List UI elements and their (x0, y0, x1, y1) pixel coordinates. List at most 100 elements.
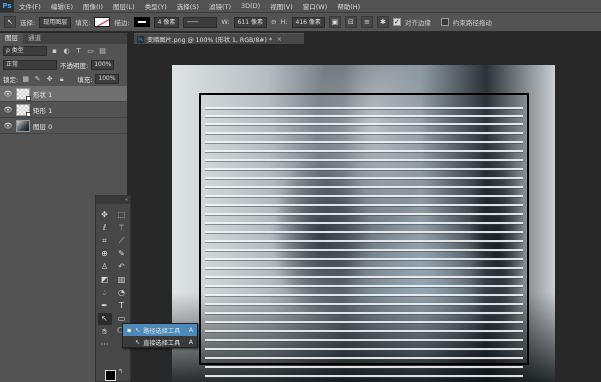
menu-type[interactable]: 类型(Y) (140, 1, 172, 11)
blur-icon[interactable]: 💧︎ (98, 287, 112, 299)
layer-thumbnail (16, 103, 31, 117)
tool-flyout-menu: ▪ ↖ 路径选择工具 A ↖ 直接选择工具 A (122, 323, 198, 348)
width-label: W: (221, 18, 230, 26)
brush-icon[interactable]: ✎ (115, 248, 129, 260)
eye-icon[interactable]: 👁︎ (3, 122, 13, 130)
filter-smart-icon[interactable]: ▤ (98, 47, 107, 56)
eye-icon[interactable]: 👁︎ (3, 106, 13, 114)
pen-icon[interactable]: ✒ (98, 300, 112, 312)
filter-adjust-icon[interactable]: ◐ (62, 47, 71, 56)
stroke-type-dropdown[interactable]: ─── (183, 16, 218, 28)
filter-shape-icon[interactable]: ▭ (86, 47, 95, 56)
menu-select[interactable]: 选择(S) (172, 1, 204, 11)
layer-name[interactable]: 矩形 1 (33, 105, 52, 115)
marquee-icon[interactable]: ⬚ (115, 209, 129, 221)
stroke-swatch[interactable] (133, 17, 150, 27)
menu-bar: Ps 文件(F) 编辑(E) 图像(I) 图层(L) 类型(Y) 选择(S) 滤… (0, 0, 601, 12)
dodge-icon[interactable]: ◔ (115, 287, 129, 299)
tab-layers[interactable]: 图层 (0, 33, 23, 44)
height-input[interactable]: 416 像素 (291, 16, 325, 28)
blend-row: 正常 不透明度: 100% (0, 58, 127, 72)
stroke-width-input[interactable]: 4 像素 (153, 16, 180, 28)
link-icon[interactable]: ⊖ (271, 18, 276, 26)
shape-badge-icon (26, 111, 31, 117)
filter-pixel-icon[interactable]: ▪ (50, 47, 59, 56)
fill-swatch[interactable] (94, 17, 111, 27)
layer-row[interactable]: 👁︎ 矩形 1 (0, 102, 127, 118)
align-edges-checkbox[interactable]: ✓ (392, 18, 401, 26)
flyout-path-selection[interactable]: ▪ ↖ 路径选择工具 A (123, 324, 197, 336)
lock-move-icon[interactable]: ✥ (45, 75, 54, 84)
tab-channels[interactable]: 通道 (23, 33, 46, 44)
shape-badge-icon (26, 95, 31, 101)
path-alignment-icon[interactable]: ⊟ (344, 16, 357, 28)
menu-edit[interactable]: 编辑(E) (46, 1, 78, 11)
layer-row[interactable]: 👁︎ 图层 0 (0, 118, 127, 134)
swap-colors-icon[interactable]: ↰ (118, 368, 123, 375)
filter-type-icon[interactable]: T (74, 47, 83, 56)
gear-icon[interactable]: ✱ (376, 16, 389, 28)
history-brush-icon[interactable]: ↶ (115, 261, 129, 273)
more-tools-icon[interactable]: ··· (98, 339, 112, 351)
menu-file[interactable]: 文件(F) (14, 1, 46, 11)
menu-help[interactable]: 帮助(H) (332, 1, 365, 11)
lock-paint-icon[interactable]: ✎ (33, 75, 42, 84)
panel-tabs: 图层 通道 (0, 33, 127, 44)
workspace (134, 44, 601, 382)
document-title: 变暗图片.png @ 100% (形状 1, RGB/8#) * (147, 36, 272, 44)
type-icon[interactable]: T (115, 300, 129, 312)
stroke-label: 描边: (114, 19, 130, 27)
eye-icon[interactable]: 👁︎ (3, 90, 13, 98)
fill-input[interactable]: 100% (95, 74, 119, 84)
direct-selection-icon: ↖ (135, 338, 141, 346)
eraser-icon[interactable]: ◩ (98, 274, 112, 286)
tools-panel-collapse[interactable]: « (96, 196, 130, 204)
filter-row: ρ 类型 ▪ ◐ T ▭ ▤ (0, 44, 127, 58)
menu-layer[interactable]: 图层(L) (108, 1, 140, 11)
move-icon[interactable]: ✥ (98, 209, 112, 221)
path-selection-icon[interactable]: ↖ (4, 16, 16, 28)
menu-window[interactable]: 窗口(W) (298, 1, 333, 11)
hand-icon[interactable]: ✋︎ (98, 326, 112, 338)
menu-filter[interactable]: 滤镜(T) (204, 1, 236, 11)
opacity-input[interactable]: 100% (91, 60, 115, 70)
line-shape[interactable] (205, 375, 523, 377)
path-selection-icon[interactable]: ↖ (97, 312, 112, 325)
flyout-direct-selection[interactable]: ↖ 直接选择工具 A (123, 336, 197, 348)
constrain-path-checkbox[interactable] (440, 18, 449, 26)
flyout-shortcut: A (188, 326, 193, 334)
layer-row[interactable]: 👁︎ 形状 1 (0, 86, 127, 102)
fill-label: 填充: (75, 19, 91, 27)
constrain-path-label: 约束路径拖动 (452, 19, 492, 27)
active-bullet-icon: ▪ (127, 326, 132, 334)
blend-mode-dropdown[interactable]: 正常 (3, 60, 57, 70)
close-icon[interactable]: × (277, 36, 282, 43)
healing-icon[interactable]: ⊕ (98, 248, 112, 260)
path-operations-icon[interactable]: ▣ (328, 16, 341, 28)
eyedropper-icon[interactable]: ⟋ (115, 235, 129, 247)
select-mode-dropdown[interactable]: 现用图层 (39, 16, 72, 28)
lock-all-icon[interactable]: 🔒︎ (57, 75, 66, 84)
layer-name[interactable]: 形状 1 (33, 89, 52, 99)
stamp-icon[interactable]: ♙ (98, 261, 112, 273)
document-tab[interactable]: Ps 变暗图片.png @ 100% (形状 1, RGB/8#) * × (134, 33, 304, 44)
photoshop-logo: Ps (0, 0, 14, 12)
image-canvas[interactable] (172, 65, 555, 382)
menu-image[interactable]: 图像(I) (78, 1, 108, 11)
layer-filter-dropdown[interactable]: ρ 类型 (3, 46, 47, 56)
line-shape[interactable] (205, 366, 523, 368)
layer-thumbnail (16, 87, 31, 101)
menu-3d[interactable]: 3D(D) (236, 2, 265, 10)
rectangle-shape-outline[interactable] (199, 93, 529, 365)
lasso-icon[interactable]: ℓ (98, 222, 112, 234)
foreground-color[interactable] (105, 370, 116, 381)
flyout-item-label: 直接选择工具 (143, 339, 181, 347)
gradient-icon[interactable]: ▥ (115, 274, 129, 286)
width-input[interactable]: 611 像素 (233, 16, 267, 28)
path-arrangement-icon[interactable]: ≡ (360, 16, 373, 28)
lock-pixels-icon[interactable]: ▦ (21, 75, 30, 84)
crop-icon[interactable]: ⌗ (98, 235, 112, 247)
magic-wand-icon[interactable]: ⚚ (115, 222, 129, 234)
layer-name[interactable]: 图层 0 (33, 121, 52, 131)
menu-view[interactable]: 视图(V) (265, 1, 298, 11)
